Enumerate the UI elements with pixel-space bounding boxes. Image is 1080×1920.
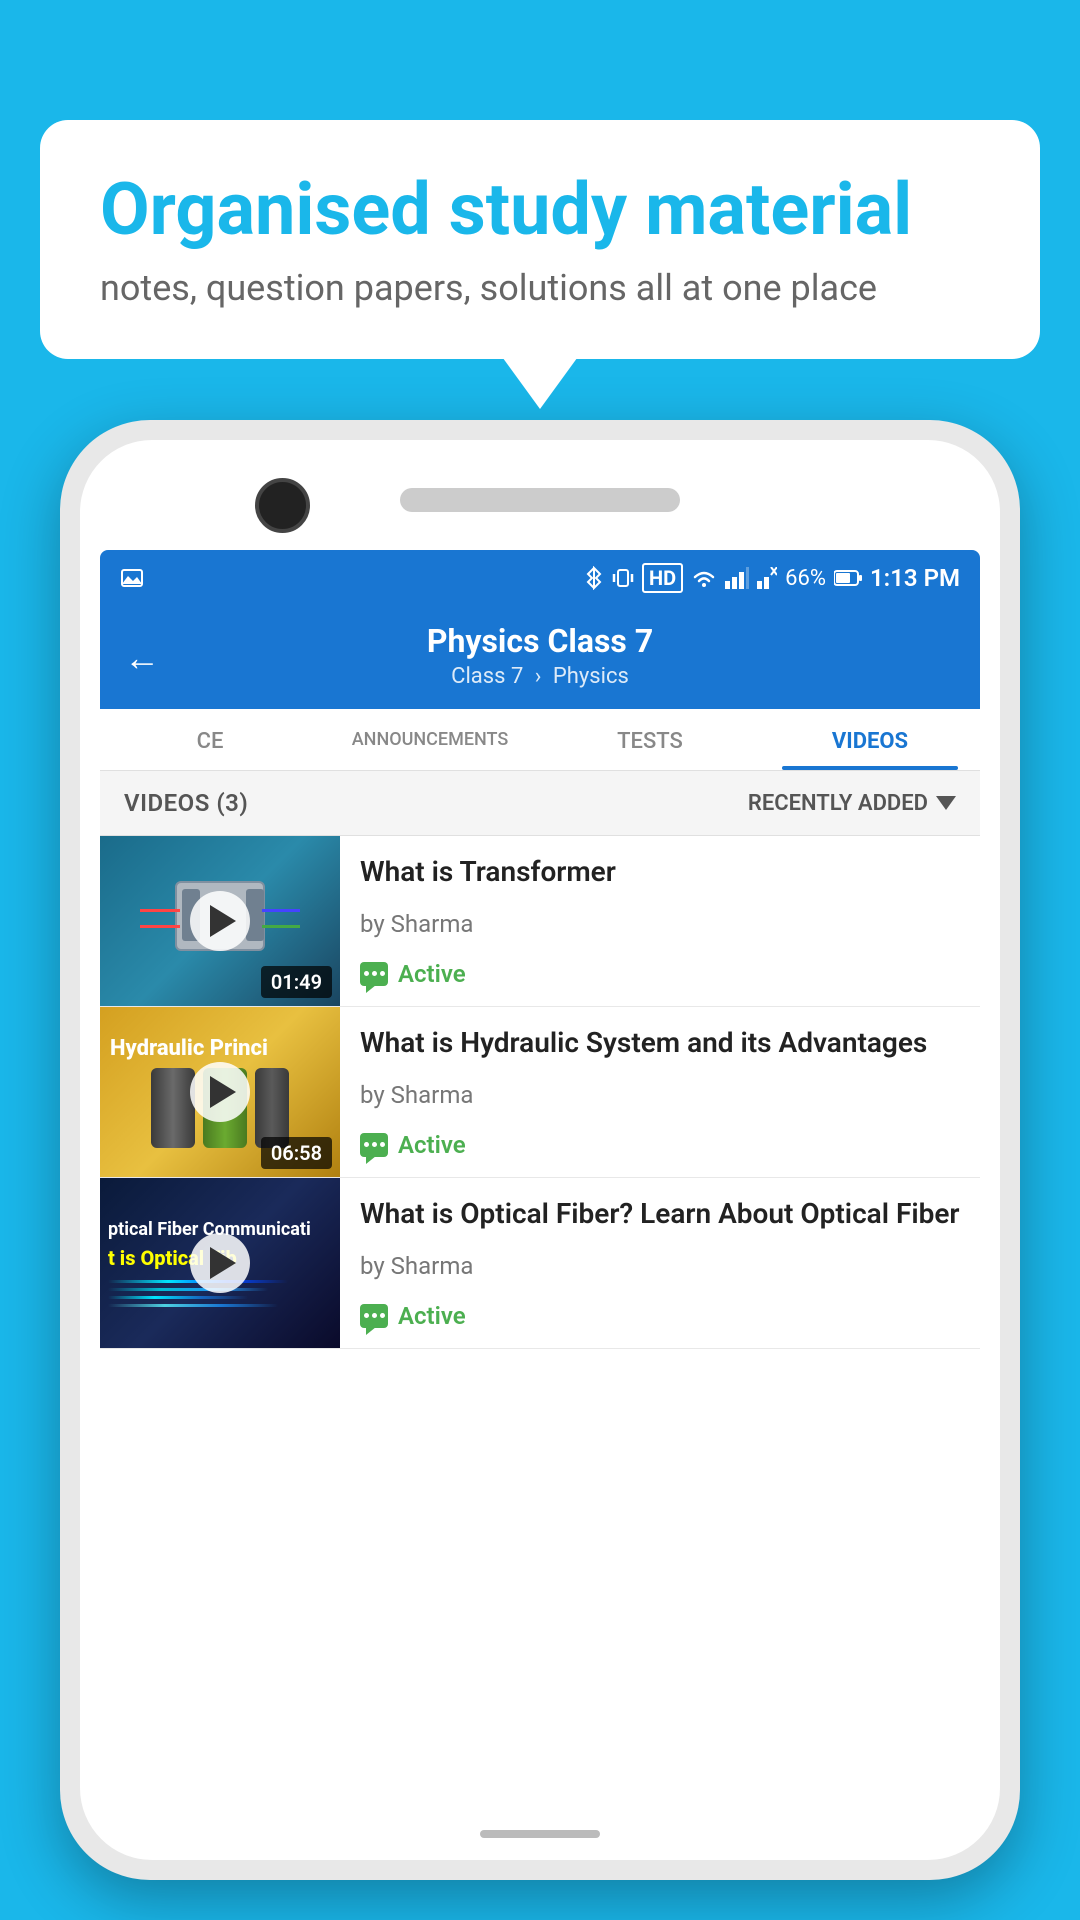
play-button-3[interactable] (190, 1233, 250, 1293)
wire-left-top (140, 909, 180, 912)
chat-icon-2 (360, 1133, 388, 1157)
thumb-label-hydraulic: Hydraulic Princi (110, 1036, 268, 1062)
dot (372, 1142, 377, 1147)
speech-bubble: Organised study material notes, question… (40, 120, 1040, 359)
video-thumb-1: 01:49 (100, 836, 340, 1006)
speaker-grill (400, 488, 680, 512)
duration-badge-1: 01:49 (261, 966, 332, 998)
status-left (120, 566, 144, 590)
video-thumb-2: Hydraulic Princi 06:58 (100, 1007, 340, 1177)
bubble-subtitle: notes, question papers, solutions all at… (100, 267, 980, 309)
video-thumb-3: ptical Fiber Communicati t is Optical Fi… (100, 1178, 340, 1348)
header-subtitle: Class 7 › Physics (124, 664, 956, 689)
video-title-2: What is Hydraulic System and its Advanta… (360, 1025, 960, 1061)
video-status-2: Active (360, 1131, 960, 1159)
video-info-1: What is Transformer by Sharma Active (340, 836, 980, 1006)
battery-icon (834, 569, 862, 587)
video-item-1[interactable]: 01:49 What is Transformer by Sharma (100, 836, 980, 1007)
wifi-icon (691, 567, 717, 589)
tube-1 (151, 1068, 195, 1148)
play-button-1[interactable] (190, 891, 250, 951)
video-title-1: What is Transformer (360, 854, 960, 890)
vibrate-icon (612, 566, 634, 590)
home-button (480, 1830, 600, 1838)
signal-icon (725, 567, 749, 589)
breadcrumb-class: Class 7 (451, 664, 523, 689)
fiber-line-2 (108, 1288, 268, 1291)
tab-announcements[interactable]: ANNOUNCEMENTS (320, 709, 540, 770)
play-triangle-2 (210, 1076, 236, 1108)
sort-button[interactable]: RECENTLY ADDED (748, 791, 956, 816)
tab-tests[interactable]: TESTS (540, 709, 760, 770)
video-list: 01:49 What is Transformer by Sharma (100, 836, 980, 1349)
tab-videos[interactable]: VIDEOS (760, 709, 980, 770)
app-header: ← Physics Class 7 Class 7 › Physics (100, 606, 980, 709)
no-signal-icon (757, 567, 777, 589)
breadcrumb-separator: › (535, 664, 542, 689)
bluetooth-icon (584, 566, 604, 590)
breadcrumb-subject: Physics (553, 664, 629, 689)
fiber-line-4 (108, 1304, 278, 1307)
dot (372, 971, 377, 976)
bubble-title: Organised study material (100, 170, 980, 249)
dot (380, 1142, 385, 1147)
chat-dots-3 (364, 1313, 385, 1318)
screen: HD 66% 1:13 PM ← Physics Class 7 (100, 550, 980, 1805)
video-author-2: by Sharma (360, 1081, 960, 1109)
battery-percent: 66% (785, 566, 826, 591)
video-author-3: by Sharma (360, 1252, 960, 1280)
dot (380, 1313, 385, 1318)
phone-inner: HD 66% 1:13 PM ← Physics Class 7 (80, 440, 1000, 1860)
video-status-1: Active (360, 960, 960, 988)
fiber-line-3 (108, 1296, 248, 1299)
tabs-bar: CE ANNOUNCEMENTS TESTS VIDEOS (100, 709, 980, 771)
phone-shell: HD 66% 1:13 PM ← Physics Class 7 (60, 420, 1020, 1880)
status-right: HD 66% 1:13 PM (584, 563, 960, 593)
dot (364, 971, 369, 976)
wire-right-bot (262, 925, 300, 928)
status-time: 1:13 PM (870, 564, 960, 592)
camera (255, 478, 310, 533)
hd-badge: HD (642, 563, 683, 593)
play-triangle-3 (210, 1247, 236, 1279)
status-bar: HD 66% 1:13 PM (100, 550, 980, 606)
status-text-1: Active (398, 960, 466, 988)
video-author-1: by Sharma (360, 910, 960, 938)
video-item-3[interactable]: ptical Fiber Communicati t is Optical Fi… (100, 1178, 980, 1349)
dot (364, 1142, 369, 1147)
chat-icon-3 (360, 1304, 388, 1328)
gallery-icon (120, 566, 144, 590)
videos-filter-bar: VIDEOS (3) RECENTLY ADDED (100, 771, 980, 836)
dot (372, 1313, 377, 1318)
dot (364, 1313, 369, 1318)
header-title: Physics Class 7 (124, 622, 956, 660)
chat-icon-1 (360, 962, 388, 986)
wire-right-top (262, 909, 300, 912)
dot (380, 971, 385, 976)
duration-badge-2: 06:58 (261, 1137, 332, 1169)
video-title-3: What is Optical Fiber? Learn About Optic… (360, 1196, 960, 1232)
play-button-2[interactable] (190, 1062, 250, 1122)
video-item-2[interactable]: Hydraulic Princi 06:58 (100, 1007, 980, 1178)
video-info-2: What is Hydraulic System and its Advanta… (340, 1007, 980, 1177)
chat-dots-1 (364, 971, 385, 976)
tab-ce[interactable]: CE (100, 709, 320, 770)
status-text-3: Active (398, 1302, 466, 1330)
status-text-2: Active (398, 1131, 466, 1159)
video-info-3: What is Optical Fiber? Learn About Optic… (340, 1178, 980, 1348)
chevron-down-icon (936, 796, 956, 810)
videos-count: VIDEOS (3) (124, 789, 248, 817)
wire-left-bot (140, 925, 180, 928)
chat-dots-2 (364, 1142, 385, 1147)
play-triangle-1 (210, 905, 236, 937)
video-status-3: Active (360, 1302, 960, 1330)
